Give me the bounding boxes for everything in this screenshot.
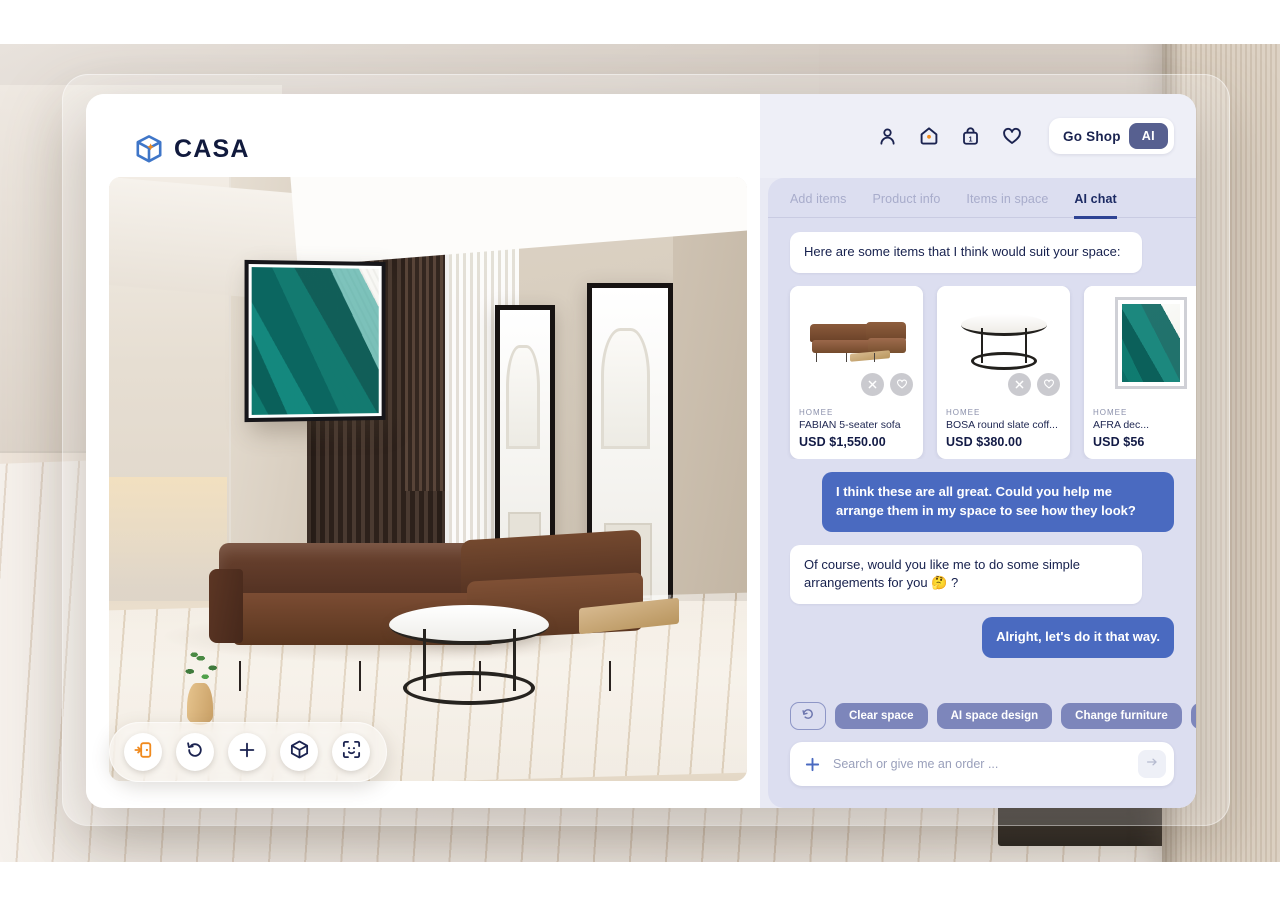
chat-composer	[790, 742, 1174, 786]
mode-toggle: Go Shop AI	[1049, 118, 1174, 154]
send-arrow-icon	[1145, 755, 1159, 774]
product-meta: HOMEE BOSA round slate coff... USD $380.…	[937, 401, 1070, 459]
room-right-wall	[673, 197, 747, 637]
product-name: BOSA round slate coff...	[946, 418, 1058, 431]
undo-button[interactable]	[176, 733, 214, 771]
room-wood-slat-panel-edge	[405, 241, 449, 491]
top-letterbox-band	[0, 0, 1280, 44]
cube-logo-icon	[134, 134, 164, 164]
product-name: AFRA dec...	[1093, 418, 1150, 431]
chat-message-user: I think these are all great. Could you h…	[822, 471, 1174, 532]
product-brand: HOMEE	[799, 407, 834, 417]
product-price: USD $1,550.00	[799, 434, 886, 449]
chat-message-user: Alright, let's do it that way.	[982, 617, 1174, 659]
product-card-actions	[1008, 372, 1060, 396]
remove-icon[interactable]	[861, 372, 884, 396]
room-vase	[187, 683, 213, 725]
add-button[interactable]	[228, 733, 266, 771]
send-button[interactable]	[1138, 750, 1166, 778]
product-card[interactable]: HOMEE AFRA dec... USD $56	[1084, 285, 1196, 459]
search-input[interactable]	[833, 757, 1126, 771]
product-price: USD $380.00	[946, 434, 1023, 449]
product-meta: HOMEE FABIAN 5-seater sofa USD $1,550.00	[790, 401, 923, 459]
room-3d-render[interactable]	[109, 177, 747, 781]
undo-icon	[185, 740, 205, 765]
room-artwork-canvas	[251, 267, 379, 415]
tab-items-in-space[interactable]: Items in space	[966, 192, 1048, 217]
bottom-letterbox-band	[0, 862, 1280, 906]
product-card-actions	[861, 372, 913, 396]
user-icon[interactable]	[877, 126, 898, 147]
sofa-leg	[609, 661, 611, 691]
favorite-icon[interactable]	[890, 372, 913, 396]
favorite-icon[interactable]	[1037, 372, 1060, 396]
tab-product-info[interactable]: Product info	[872, 192, 940, 217]
product-carousel[interactable]: HOMEE FABIAN 5-seater sofa USD $1,550.00	[768, 285, 1196, 459]
refresh-button[interactable]	[790, 702, 826, 730]
enter-space-button[interactable]	[124, 733, 162, 771]
add-icon	[237, 740, 257, 765]
product-price: USD $56	[1093, 434, 1145, 449]
product-meta: HOMEE AFRA dec... USD $56	[1084, 401, 1196, 459]
ai-assistant-panel: 1 Go Shop AI Add items Product info Item…	[760, 94, 1196, 808]
chip-change-furniture[interactable]: Change furniture	[1061, 703, 1182, 729]
scan-button[interactable]	[332, 733, 370, 771]
product-image	[1084, 285, 1196, 401]
space-viewer-pane: CASA	[86, 94, 760, 808]
app-logo[interactable]: CASA	[86, 94, 760, 178]
remove-icon[interactable]	[1008, 372, 1031, 396]
coffee-table-base-ring	[403, 671, 535, 705]
cube-3d-icon	[289, 739, 310, 765]
bag-badge-count: 1	[969, 134, 973, 143]
chip-ai-space-design[interactable]: AI space design	[936, 703, 1053, 729]
viewer-toolbar	[109, 722, 387, 782]
table-thumbnail	[960, 314, 1047, 372]
chip-more[interactable]: S	[1190, 703, 1196, 729]
artwork-thumbnail	[1114, 297, 1187, 390]
chip-clear-space[interactable]: Clear space	[835, 703, 928, 729]
view-3d-button[interactable]	[280, 733, 318, 771]
product-card[interactable]: HOMEE FABIAN 5-seater sofa USD $1,550.00	[790, 285, 923, 459]
chat-intro-message: Here are some items that I think would s…	[790, 232, 1142, 273]
panel-header: 1 Go Shop AI	[760, 94, 1196, 178]
room-coffee-table[interactable]	[389, 605, 549, 711]
sofa-thumbnail	[808, 322, 906, 368]
plus-icon[interactable]	[804, 756, 821, 773]
product-name: FABIAN 5-seater sofa	[799, 418, 901, 431]
ai-mode-button[interactable]: AI	[1128, 123, 1168, 149]
product-brand: HOMEE	[1093, 407, 1128, 417]
bag-icon[interactable]: 1	[960, 126, 981, 147]
tab-add-items[interactable]: Add items	[790, 192, 846, 217]
go-shop-button[interactable]: Go Shop	[1063, 129, 1121, 144]
sofa-leg	[239, 661, 241, 691]
casa-app-window: CASA 1 Go Shop AI Add items Product info…	[86, 94, 1196, 808]
tab-ai-chat[interactable]: AI chat	[1074, 192, 1117, 219]
sofa-armrest	[209, 569, 243, 643]
panel-tabs: Add items Product info Items in space AI…	[768, 178, 1196, 219]
scan-icon	[341, 739, 362, 765]
screenshot-root: CASA 1 Go Shop AI Add items Product info…	[0, 0, 1280, 906]
heart-icon[interactable]	[1001, 125, 1023, 147]
sofa-leg	[359, 661, 361, 691]
product-brand: HOMEE	[946, 407, 981, 417]
app-logo-text: CASA	[174, 134, 250, 163]
product-card[interactable]: HOMEE BOSA round slate coff... USD $380.…	[937, 285, 1070, 459]
refresh-icon	[801, 707, 815, 726]
product-image	[790, 285, 923, 401]
home-icon[interactable]	[918, 125, 940, 147]
product-image	[937, 285, 1070, 401]
enter-space-icon	[133, 740, 153, 765]
panel-body: Add items Product info Items in space AI…	[768, 178, 1196, 808]
coffee-table-top	[389, 605, 549, 645]
chat-message-ai: Of course, would you like me to do some …	[790, 544, 1142, 605]
chat-thread: Here are some items that I think would s…	[768, 218, 1196, 696]
quick-action-chips: Clear space AI space design Change furni…	[768, 702, 1196, 730]
room-wall-artwork[interactable]	[244, 259, 386, 423]
